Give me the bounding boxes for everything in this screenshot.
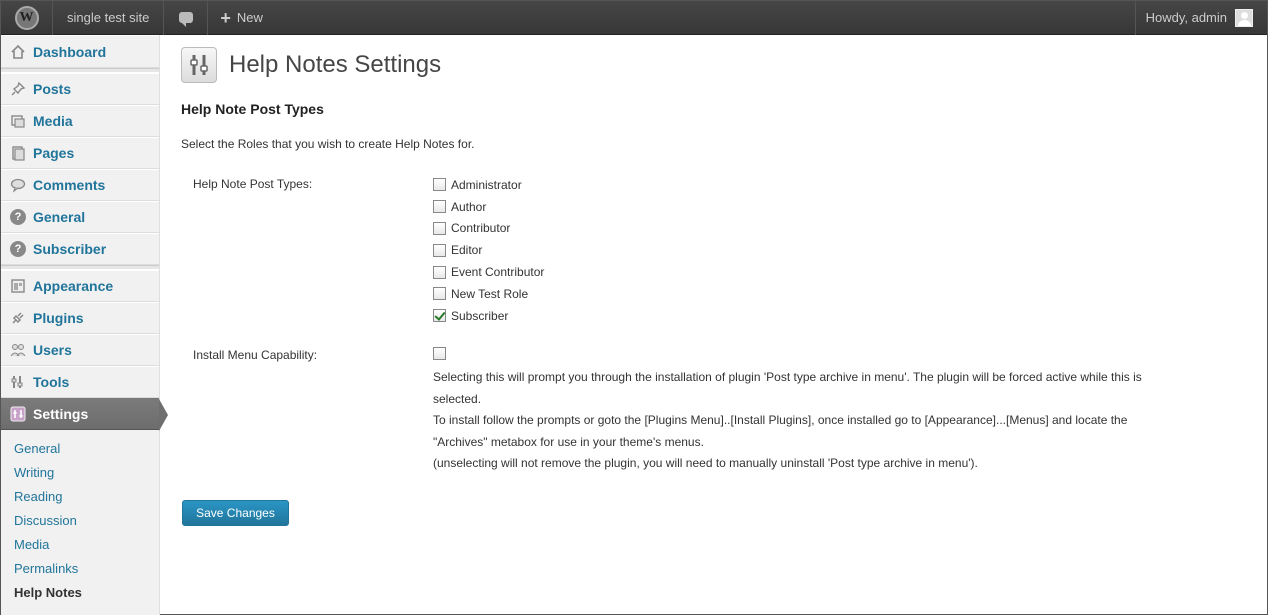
post-types-label: Help Note Post Types: — [193, 177, 313, 191]
sidebar-item-label: Subscriber — [33, 241, 107, 257]
description-line: Selecting this will prompt you through t… — [433, 370, 1142, 384]
tools-icon — [9, 373, 27, 391]
submenu-item-reading[interactable]: Reading — [1, 484, 159, 508]
role-label: Event Contributor — [451, 265, 545, 280]
role-label: New Test Role — [451, 286, 529, 301]
role-checkbox-contributor[interactable] — [433, 221, 446, 235]
intro-text: Select the Roles that you wish to create… — [181, 137, 475, 151]
pages-icon — [9, 144, 27, 162]
sidebar-item-label: Posts — [33, 81, 72, 97]
role-option[interactable]: Editor — [433, 239, 544, 261]
role-label: Author — [451, 199, 487, 214]
submenu-item-permalinks[interactable]: Permalinks — [1, 556, 159, 580]
sidebar-item-label: General — [33, 209, 86, 225]
plus-icon: + — [220, 7, 231, 28]
role-label: Administrator — [451, 177, 522, 192]
avatar — [1235, 8, 1253, 27]
role-option[interactable]: New Test Role — [433, 283, 544, 305]
role-checkbox-author[interactable] — [433, 200, 446, 214]
role-checkbox-administrator[interactable] — [433, 178, 446, 192]
page-header: Help Notes Settings — [181, 35, 1261, 95]
sidebar-item-tools[interactable]: Tools — [1, 366, 159, 398]
roles-checkbox-list: Administrator Author Contributor Editor … — [433, 174, 544, 327]
description-line: selected. — [433, 391, 482, 406]
home-icon — [9, 43, 27, 61]
sidebar-item-label: Settings — [33, 406, 89, 422]
submenu-item-help-notes[interactable]: Help Notes — [1, 580, 159, 604]
role-option[interactable]: Subscriber — [433, 305, 544, 327]
sidebar-item-media[interactable]: Media — [1, 105, 159, 137]
sidebar-item-settings[interactable]: Settings — [1, 398, 168, 431]
sidebar-item-dashboard[interactable]: Dashboard — [1, 35, 159, 68]
description-line: "Archives" metabox for use in your theme… — [433, 434, 704, 449]
role-label: Contributor — [451, 221, 511, 236]
sidebar-item-comments[interactable]: Comments — [1, 169, 159, 201]
sidebar-item-pages[interactable]: Pages — [1, 137, 159, 169]
wordpress-logo-icon: W — [14, 5, 39, 30]
role-option[interactable]: Contributor — [433, 218, 544, 240]
admin-sidebar: Dashboard Posts Media Pages Comments ? G… — [1, 35, 168, 615]
settings-submenu: General Writing Reading Discussion Media… — [1, 430, 159, 604]
sidebar-item-label: Tools — [33, 374, 70, 390]
role-checkbox-new-test-role[interactable] — [433, 287, 446, 301]
plugin-icon — [9, 309, 27, 327]
help-icon: ? — [9, 208, 27, 226]
page-title: Help Notes Settings — [229, 51, 442, 78]
sidebar-item-posts[interactable]: Posts — [1, 73, 159, 105]
install-menu-checkbox[interactable] — [433, 347, 446, 360]
description-line: (unselecting will not remove the plugin,… — [433, 456, 978, 471]
install-menu-label: Install Menu Capability: — [193, 348, 318, 362]
description-line: To install follow the prompts or goto th… — [433, 413, 1128, 428]
media-icon — [9, 112, 27, 130]
sidebar-item-label: Users — [33, 342, 72, 358]
help-icon: ? — [9, 240, 27, 258]
comments-button[interactable] — [164, 0, 209, 35]
new-label: New — [236, 10, 263, 25]
sidebar-item-subscriber[interactable]: ? Subscriber — [1, 233, 159, 265]
sidebar-item-appearance[interactable]: Appearance — [1, 270, 159, 302]
submenu-item-writing[interactable]: Writing — [1, 460, 159, 484]
sidebar-item-label: Plugins — [33, 310, 84, 326]
sidebar-item-users[interactable]: Users — [1, 334, 159, 366]
role-option[interactable]: Administrator — [433, 174, 544, 196]
submenu-item-media[interactable]: Media — [1, 532, 159, 556]
comment-bubble-icon — [178, 12, 193, 27]
section-title: Help Note Post Types — [181, 101, 324, 117]
sidebar-item-label: Appearance — [33, 278, 114, 294]
wp-logo-button[interactable]: W — [1, 0, 53, 35]
new-content-button[interactable]: + New — [208, 1, 275, 35]
role-checkbox-subscriber[interactable] — [433, 309, 446, 323]
howdy-text: Howdy, admin — [1145, 10, 1227, 25]
submenu-item-general[interactable]: General — [1, 436, 159, 460]
sidebar-item-label: Media — [33, 113, 73, 129]
role-checkbox-event-contributor[interactable] — [433, 265, 446, 279]
sidebar-item-general[interactable]: ? General — [1, 201, 159, 233]
my-account-menu[interactable]: Howdy, admin — [1134, 0, 1267, 35]
sidebar-item-label: Comments — [33, 177, 106, 193]
admin-bar: W single test site + New Howdy, admin — [1, 0, 1267, 35]
settings-page-icon — [181, 47, 217, 83]
role-label: Editor — [451, 243, 483, 258]
settings-icon — [9, 405, 27, 423]
role-label: Subscriber — [451, 308, 509, 323]
main-content: Help Notes Settings Help Note Post Types… — [181, 35, 1261, 526]
sidebar-item-plugins[interactable]: Plugins — [1, 302, 159, 334]
sidebar-item-label: Dashboard — [33, 43, 107, 60]
pin-icon — [9, 80, 27, 98]
role-option[interactable]: Event Contributor — [433, 261, 544, 283]
sidebar-item-label: Pages — [33, 145, 75, 161]
save-changes-button[interactable]: Save Changes — [182, 500, 289, 526]
site-name-link[interactable]: single test site — [53, 0, 165, 35]
role-option[interactable]: Author — [433, 196, 544, 218]
comments-icon — [9, 176, 27, 194]
submenu-item-discussion[interactable]: Discussion — [1, 508, 159, 532]
users-icon — [9, 341, 27, 359]
install-description: Selecting this will prompt you through t… — [433, 367, 1223, 475]
install-menu-option — [433, 347, 451, 363]
role-checkbox-editor[interactable] — [433, 243, 446, 257]
appearance-icon — [9, 277, 27, 295]
